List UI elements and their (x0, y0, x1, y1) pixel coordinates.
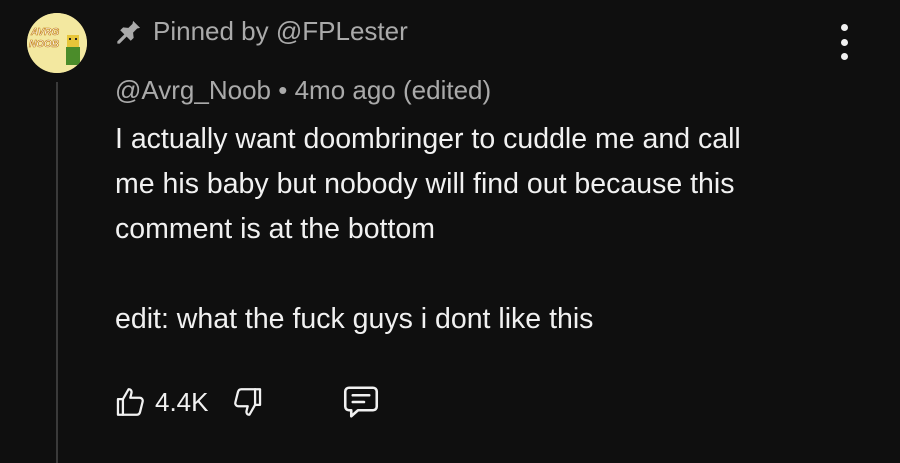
avatar-text-line-2: NOOB (29, 39, 59, 50)
more-vertical-icon-dot (840, 38, 848, 46)
comment-line: me his baby but nobody will find out bec… (115, 168, 735, 200)
dislike-button[interactable] (231, 385, 265, 419)
pinned-text: Pinned by @FPLester (153, 16, 408, 46)
reply-button[interactable] (341, 384, 381, 420)
comment-line: comment is at the bottom (115, 213, 435, 245)
comment-body: I actually want doombringer to cuddle me… (115, 117, 855, 342)
author-handle[interactable]: @Avrg_Noob (115, 75, 271, 105)
thumbs-down-icon (233, 388, 261, 416)
like-count: 4.4K (155, 386, 209, 417)
comment-meta: @Avrg_Noob • 4mo ago (edited) (115, 75, 491, 106)
meta-separator: • (278, 75, 288, 105)
comment-time[interactable]: 4mo ago (295, 75, 396, 105)
pin-icon (117, 20, 141, 44)
like-button[interactable]: 4.4K (113, 385, 209, 419)
pinned-label: Pinned by @FPLester (115, 16, 408, 47)
comment-actions: 4.4K (113, 384, 381, 420)
avatar-text-line-1: AVRG (30, 27, 59, 38)
thread-line (56, 82, 58, 463)
edited-label: (edited) (403, 75, 492, 105)
avatar-image: AVRG NOOB (27, 13, 87, 73)
more-options-button[interactable] (830, 24, 858, 60)
thumbs-up-icon (116, 388, 144, 416)
comment-icon (343, 386, 378, 418)
comment-line: I actually want doombringer to cuddle me… (115, 123, 741, 155)
avatar[interactable]: AVRG NOOB (27, 13, 87, 73)
more-vertical-icon-dot (840, 53, 848, 60)
comment-line: edit: what the fuck guys i dont like thi… (115, 303, 594, 335)
more-vertical-icon-dot (840, 24, 848, 31)
